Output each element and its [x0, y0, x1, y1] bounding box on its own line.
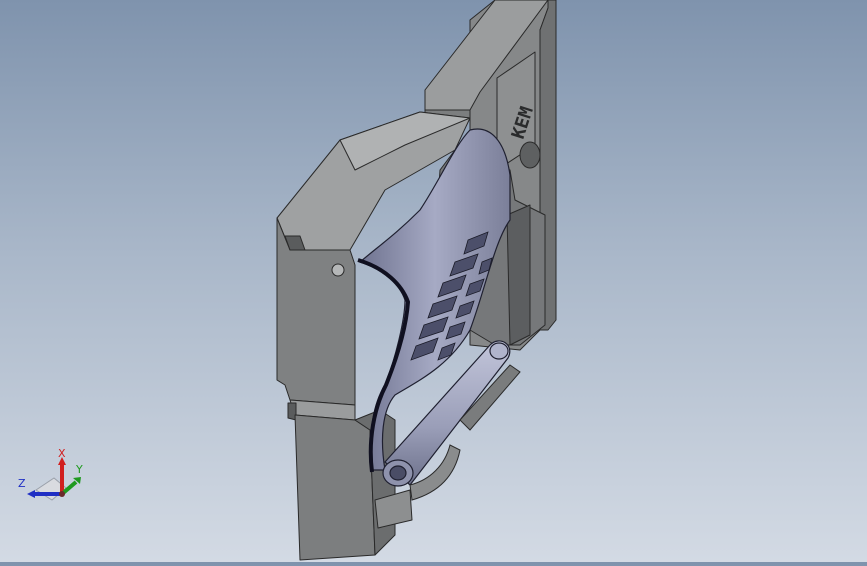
lower-leg: [294, 414, 376, 561]
z-axis-label: Z: [18, 477, 26, 490]
triad-origin: [59, 491, 65, 497]
3d-viewport[interactable]: KEM X Y Z: [0, 0, 867, 562]
x-axis-label: X: [58, 447, 66, 460]
axis-triad: X Y Z: [14, 448, 94, 508]
inner-slot: [506, 204, 531, 346]
pin: [331, 263, 345, 277]
roller-far-end: [489, 342, 509, 360]
triad-graphic: [27, 457, 81, 501]
mount-hole: [519, 141, 541, 169]
model-view[interactable]: KEM: [0, 0, 867, 562]
y-axis-label: Y: [76, 463, 83, 476]
roller-bore: [389, 465, 407, 481]
z-axis-arrow: [27, 490, 35, 498]
